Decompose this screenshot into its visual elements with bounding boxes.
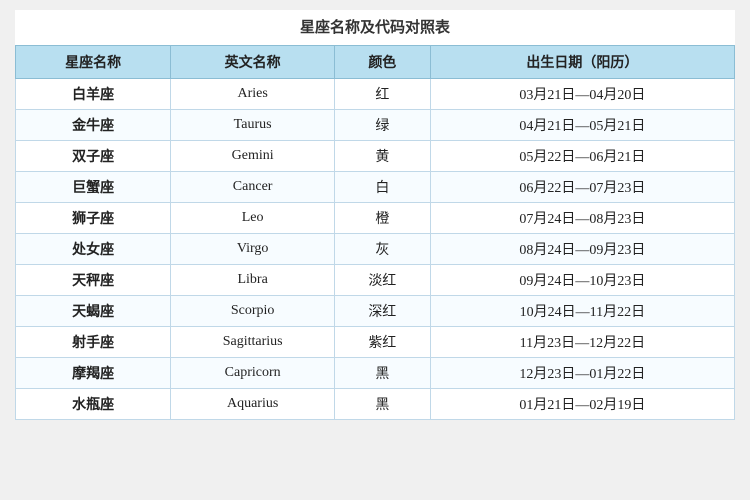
cell-zh: 天秤座 [16,265,171,296]
table-row: 巨蟹座Cancer白06月22日—07月23日 [16,172,735,203]
cell-color: 黑 [334,358,430,389]
table-row: 摩羯座Capricorn黑12月23日—01月22日 [16,358,735,389]
cell-en: Virgo [171,234,335,265]
cell-color: 橙 [334,203,430,234]
cell-dates: 01月21日—02月19日 [430,389,734,420]
cell-color: 淡红 [334,265,430,296]
cell-zh: 摩羯座 [16,358,171,389]
table-row: 金牛座Taurus绿04月21日—05月21日 [16,110,735,141]
cell-en: Cancer [171,172,335,203]
cell-dates: 03月21日—04月20日 [430,79,734,110]
cell-dates: 07月24日—08月23日 [430,203,734,234]
col-header-dates: 出生日期（阳历） [430,46,734,79]
cell-zh: 天蝎座 [16,296,171,327]
col-header-color: 颜色 [334,46,430,79]
col-header-zh: 星座名称 [16,46,171,79]
col-header-en: 英文名称 [171,46,335,79]
table-row: 水瓶座Aquarius黑01月21日—02月19日 [16,389,735,420]
table-row: 白羊座Aries红03月21日—04月20日 [16,79,735,110]
cell-zh: 射手座 [16,327,171,358]
cell-color: 白 [334,172,430,203]
cell-color: 深红 [334,296,430,327]
table-body: 白羊座Aries红03月21日—04月20日金牛座Taurus绿04月21日—0… [16,79,735,420]
cell-color: 黄 [334,141,430,172]
cell-zh: 狮子座 [16,203,171,234]
cell-zh: 巨蟹座 [16,172,171,203]
cell-zh: 双子座 [16,141,171,172]
cell-en: Sagittarius [171,327,335,358]
table-header-row: 星座名称 英文名称 颜色 出生日期（阳历） [16,46,735,79]
cell-en: Leo [171,203,335,234]
cell-dates: 11月23日—12月22日 [430,327,734,358]
cell-zh: 白羊座 [16,79,171,110]
cell-dates: 04月21日—05月21日 [430,110,734,141]
table-row: 射手座Sagittarius紫红11月23日—12月22日 [16,327,735,358]
cell-zh: 金牛座 [16,110,171,141]
table-row: 狮子座Leo橙07月24日—08月23日 [16,203,735,234]
cell-dates: 10月24日—11月22日 [430,296,734,327]
cell-color: 红 [334,79,430,110]
cell-color: 黑 [334,389,430,420]
cell-en: Capricorn [171,358,335,389]
cell-dates: 08月24日—09月23日 [430,234,734,265]
cell-color: 灰 [334,234,430,265]
cell-zh: 水瓶座 [16,389,171,420]
table-row: 天蝎座Scorpio深红10月24日—11月22日 [16,296,735,327]
table-row: 天秤座Libra淡红09月24日—10月23日 [16,265,735,296]
cell-zh: 处女座 [16,234,171,265]
cell-en: Aries [171,79,335,110]
cell-en: Gemini [171,141,335,172]
page-title: 星座名称及代码对照表 [15,10,735,45]
cell-en: Scorpio [171,296,335,327]
zodiac-table: 星座名称 英文名称 颜色 出生日期（阳历） 白羊座Aries红03月21日—04… [15,45,735,420]
cell-en: Aquarius [171,389,335,420]
cell-color: 紫红 [334,327,430,358]
main-container: 星座名称及代码对照表 星座名称 英文名称 颜色 出生日期（阳历） 白羊座Arie… [15,10,735,420]
table-row: 处女座Virgo灰08月24日—09月23日 [16,234,735,265]
table-row: 双子座Gemini黄05月22日—06月21日 [16,141,735,172]
cell-en: Libra [171,265,335,296]
cell-dates: 05月22日—06月21日 [430,141,734,172]
cell-dates: 12月23日—01月22日 [430,358,734,389]
cell-dates: 09月24日—10月23日 [430,265,734,296]
cell-dates: 06月22日—07月23日 [430,172,734,203]
cell-en: Taurus [171,110,335,141]
cell-color: 绿 [334,110,430,141]
